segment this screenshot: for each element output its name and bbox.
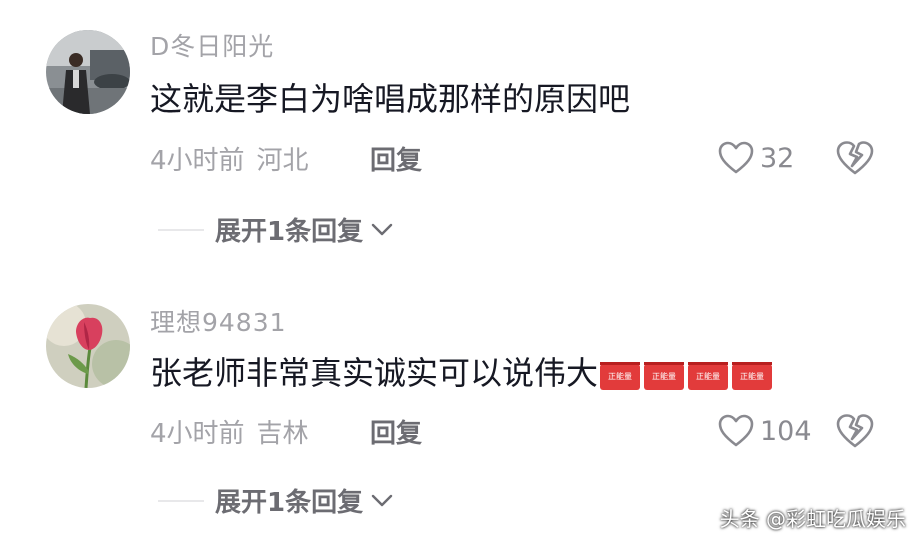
chevron-down-icon: [371, 494, 393, 506]
positive-energy-badge: 正能量: [732, 362, 773, 390]
comment-meta: 4小时前 吉林: [150, 413, 309, 450]
positive-energy-badge: 正能量: [688, 362, 729, 390]
comment-item: D冬日阳光 这就是李白为啥唱成那样的原因吧 4小时前 河北 回复 32 展开1条回…: [0, 0, 922, 270]
heart-icon: [718, 141, 754, 174]
broken-heart-icon: [836, 141, 874, 175]
comment-text: 这就是李白为啥唱成那样的原因吧: [150, 80, 631, 118]
expand-divider: [158, 500, 204, 502]
watermark: 头条 @彩虹吃瓜娱乐: [719, 507, 906, 531]
like-count: 104: [760, 415, 812, 447]
dislike-button[interactable]: [836, 140, 874, 176]
heart-icon: [718, 414, 754, 447]
chevron-down-icon: [371, 223, 393, 235]
positive-energy-badge: 正能量: [644, 362, 685, 390]
comment-time: 4小时前: [150, 146, 245, 176]
reply-button[interactable]: 回复: [370, 140, 422, 177]
username[interactable]: 理想94831: [150, 303, 287, 339]
expand-replies-button[interactable]: 展开1条回复: [215, 211, 393, 248]
comment-time: 4小时前: [150, 419, 245, 449]
expand-replies-button[interactable]: 展开1条回复: [215, 482, 393, 519]
comment-text: 张老师非常真实诚实可以说伟大 正能量 正能量 正能量 正能量: [150, 348, 776, 394]
dislike-button[interactable]: [836, 413, 874, 449]
comment-location: 吉林: [256, 419, 309, 449]
expand-divider: [158, 229, 204, 231]
broken-heart-icon: [836, 414, 874, 448]
comment-location: 河北: [256, 146, 309, 176]
emoji-badges: 正能量 正能量 正能量 正能量: [600, 356, 776, 394]
comment-meta: 4小时前 河北: [150, 140, 309, 177]
like-button[interactable]: 104: [718, 411, 812, 451]
comment-text-body: 张老师非常真实诚实可以说伟大: [150, 354, 599, 392]
username[interactable]: D冬日阳光: [150, 27, 274, 63]
expand-replies-label: 展开1条回复: [215, 217, 364, 247]
reply-button[interactable]: 回复: [370, 413, 422, 450]
like-count: 32: [760, 142, 795, 174]
expand-replies-label: 展开1条回复: [215, 488, 364, 518]
avatar[interactable]: [46, 304, 130, 388]
positive-energy-badge: 正能量: [600, 362, 641, 390]
like-button[interactable]: 32: [718, 138, 794, 178]
avatar[interactable]: [46, 30, 130, 114]
